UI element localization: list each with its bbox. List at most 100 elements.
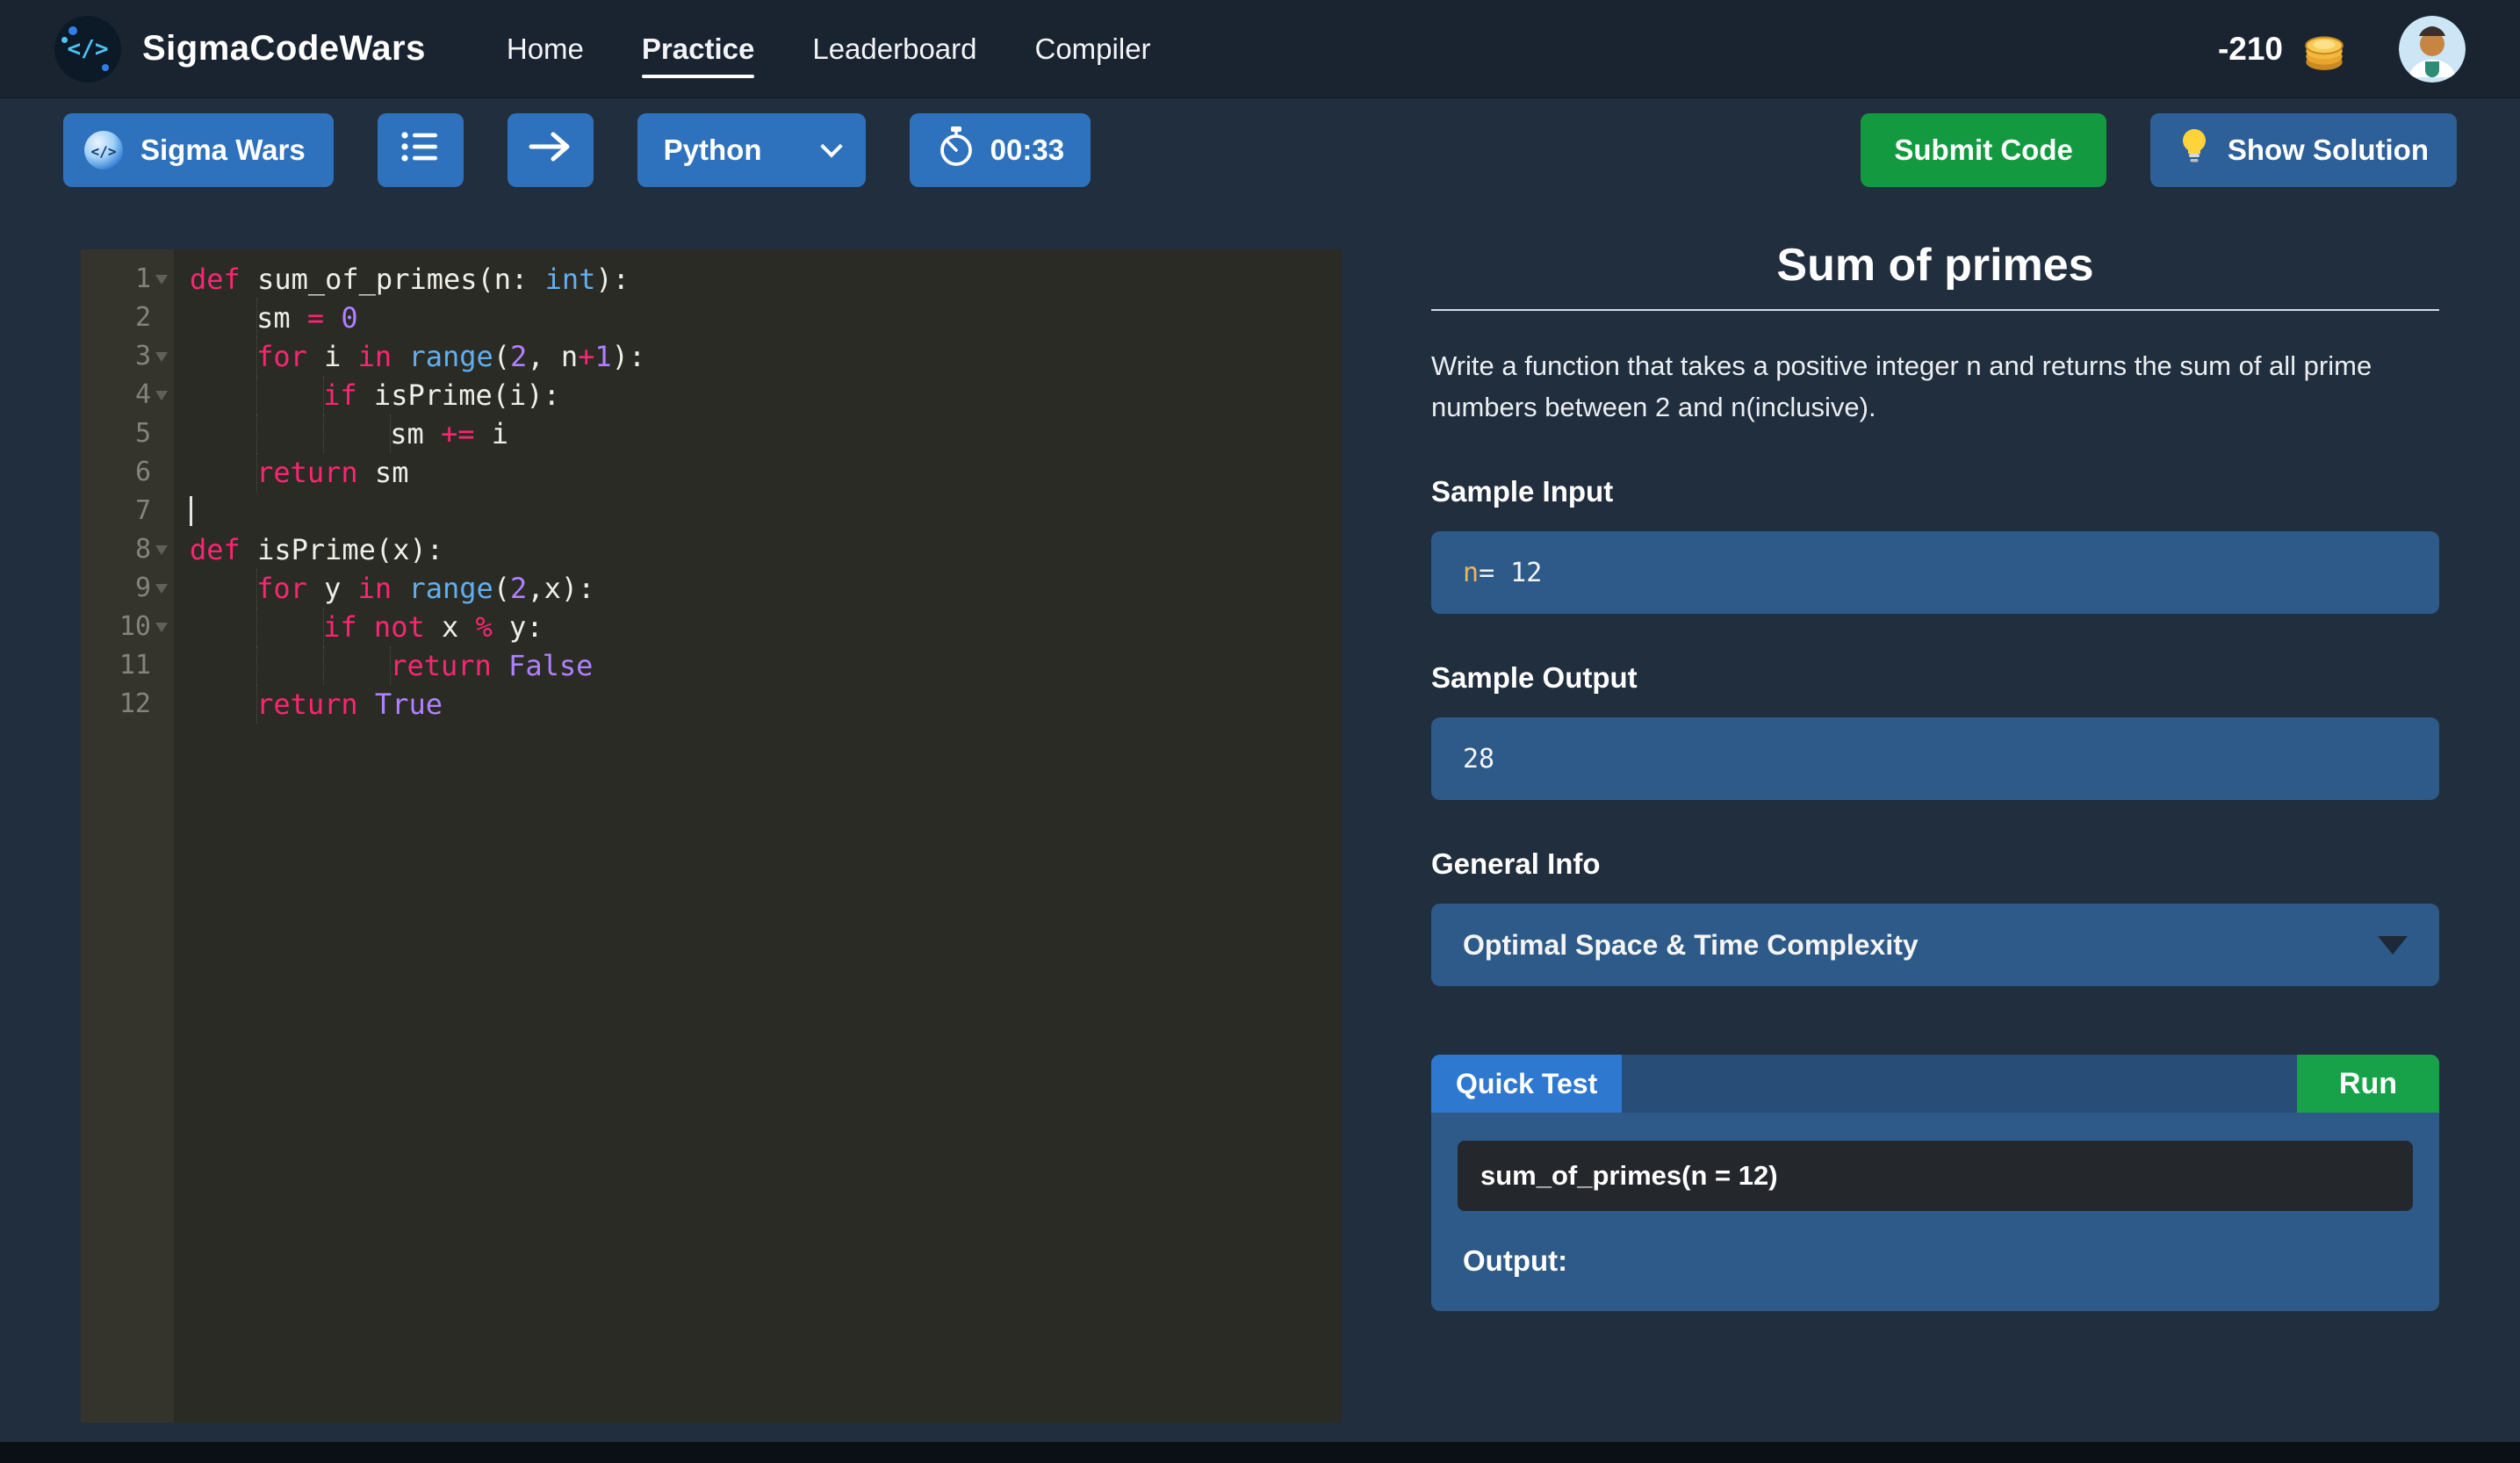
toolbar: </> Sigma Wars Pytho	[0, 98, 2520, 202]
submit-code-button[interactable]: Submit Code	[1861, 113, 2106, 187]
line-number: 6	[135, 453, 151, 492]
fold-marker-icon[interactable]	[155, 391, 168, 400]
fold-spacer	[154, 660, 170, 671]
code-line-9[interactable]: 9 for y in range(2,x):	[81, 569, 1342, 608]
timer-button[interactable]: 00:33	[910, 113, 1091, 187]
sample-output-box: 28	[1431, 717, 2439, 800]
fold-marker-icon[interactable]	[155, 623, 168, 632]
sigma-wars-label: Sigma Wars	[140, 133, 306, 167]
fold-marker-icon[interactable]	[155, 584, 168, 594]
run-button[interactable]: Run	[2297, 1055, 2439, 1113]
indent-guide	[256, 376, 324, 414]
indent-guide	[256, 646, 324, 685]
fold-spacer	[154, 699, 170, 710]
list-icon	[400, 129, 442, 171]
line-gutter: 9	[81, 569, 174, 608]
code-text: for y in range(2,x):	[174, 569, 594, 608]
sigma-wars-button[interactable]: </> Sigma Wars	[63, 113, 334, 187]
line-number: 3	[135, 337, 151, 376]
fold-marker-icon[interactable]	[155, 352, 168, 362]
sample-output-label: Sample Output	[1431, 661, 2439, 695]
code-editor[interactable]: 1def sum_of_primes(n: int):2 sm = 03for i…	[81, 249, 1342, 1423]
code-line-4[interactable]: 4if isPrime(i):	[81, 376, 1342, 414]
code-line-3[interactable]: 3for i in range(2, n+1):	[81, 337, 1342, 376]
logo-bubble	[102, 64, 109, 71]
line-gutter: 1	[81, 260, 174, 299]
line-number: 9	[135, 569, 151, 608]
quick-test-output-label: Output:	[1458, 1244, 2413, 1278]
fold-marker-icon[interactable]	[155, 275, 168, 285]
line-number: 7	[135, 492, 151, 530]
navbar-right: -210	[2218, 16, 2466, 83]
code-line-12[interactable]: 12 return True	[81, 685, 1342, 724]
quick-test-expression-input[interactable]: sum_of_primes(n = 12)	[1458, 1141, 2413, 1211]
stopwatch-icon	[936, 125, 976, 176]
dropdown-arrow-icon	[2378, 936, 2408, 955]
line-number: 12	[119, 685, 151, 724]
code-line-8[interactable]: 8def isPrime(x):	[81, 530, 1342, 569]
nav-compiler[interactable]: Compiler	[1035, 6, 1151, 92]
code-line-1[interactable]: 1def sum_of_primes(n: int):	[81, 260, 1342, 299]
nav-practice[interactable]: Practice	[642, 6, 754, 92]
code-text: sm = 0	[174, 299, 358, 337]
code-text: sm += i	[174, 414, 508, 453]
problem-title: Sum of primes	[1431, 239, 2439, 292]
indent-guide	[190, 337, 257, 376]
next-problem-button[interactable]	[508, 113, 594, 187]
fold-spacer	[154, 467, 170, 478]
line-gutter: 8	[81, 530, 174, 569]
indent-guide	[190, 646, 257, 685]
fold-spacer	[154, 429, 170, 439]
fold-spacer	[154, 313, 170, 323]
indent-guide	[190, 414, 257, 453]
line-gutter: 7	[81, 492, 174, 530]
arrow-right-icon	[528, 130, 573, 170]
problem-list-button[interactable]	[378, 113, 464, 187]
coins-icon	[2299, 24, 2350, 75]
code-text: return False	[174, 646, 593, 685]
line-gutter: 12	[81, 685, 174, 724]
code-text	[174, 492, 192, 530]
brand-name: SigmaCodeWars	[142, 29, 426, 68]
indent-guide	[190, 453, 257, 492]
timer-value: 00:33	[990, 133, 1064, 167]
quick-test-tab[interactable]: Quick Test	[1431, 1055, 1622, 1113]
code-text: return True	[174, 685, 443, 724]
code-line-6[interactable]: 6 return sm	[81, 453, 1342, 492]
code-line-5[interactable]: 5sm += i	[81, 414, 1342, 453]
line-number: 2	[135, 299, 151, 337]
code-text: if not x % y:	[174, 608, 544, 646]
nav-leaderboard[interactable]: Leaderboard	[812, 6, 976, 92]
code-lines: 1def sum_of_primes(n: int):2 sm = 03for i…	[81, 260, 1342, 724]
quick-test-header-fill	[1622, 1055, 2297, 1113]
fold-marker-icon[interactable]	[155, 545, 168, 555]
general-info-label: General Info	[1431, 847, 2439, 881]
general-info-dropdown[interactable]: Optimal Space & Time Complexity	[1431, 904, 2439, 986]
show-solution-button[interactable]: Show Solution	[2150, 113, 2457, 187]
brand-logo-icon[interactable]: </>	[54, 16, 121, 83]
sample-input-box: n = 12	[1431, 531, 2439, 614]
code-line-10[interactable]: 10if not x % y:	[81, 608, 1342, 646]
coin-balance: -210	[2218, 31, 2283, 68]
code-text: return sm	[174, 453, 408, 492]
nav-home[interactable]: Home	[507, 6, 584, 92]
indent-guide	[256, 608, 324, 646]
line-gutter: 6	[81, 453, 174, 492]
code-line-7[interactable]: 7	[81, 492, 1342, 530]
show-solution-label: Show Solution	[2228, 133, 2429, 167]
line-number: 8	[135, 530, 151, 569]
sigma-wars-icon: </>	[83, 129, 125, 171]
user-avatar[interactable]	[2399, 16, 2466, 83]
line-number: 4	[135, 376, 151, 414]
indent-guide	[190, 685, 257, 724]
code-line-2[interactable]: 2 sm = 0	[81, 299, 1342, 337]
logo-bubble	[68, 26, 77, 35]
main-nav: Home Practice Leaderboard Compiler	[507, 6, 1151, 92]
text-cursor	[190, 496, 192, 526]
app-root: </> SigmaCodeWars Home Practice Leaderbo…	[0, 0, 2520, 1463]
language-select[interactable]: Python	[637, 113, 866, 187]
code-line-11[interactable]: 11 return False	[81, 646, 1342, 685]
problem-panel: Sum of primes Write a function that take…	[1431, 239, 2439, 1311]
svg-text:</>: </>	[91, 143, 117, 160]
line-number: 11	[119, 646, 151, 685]
